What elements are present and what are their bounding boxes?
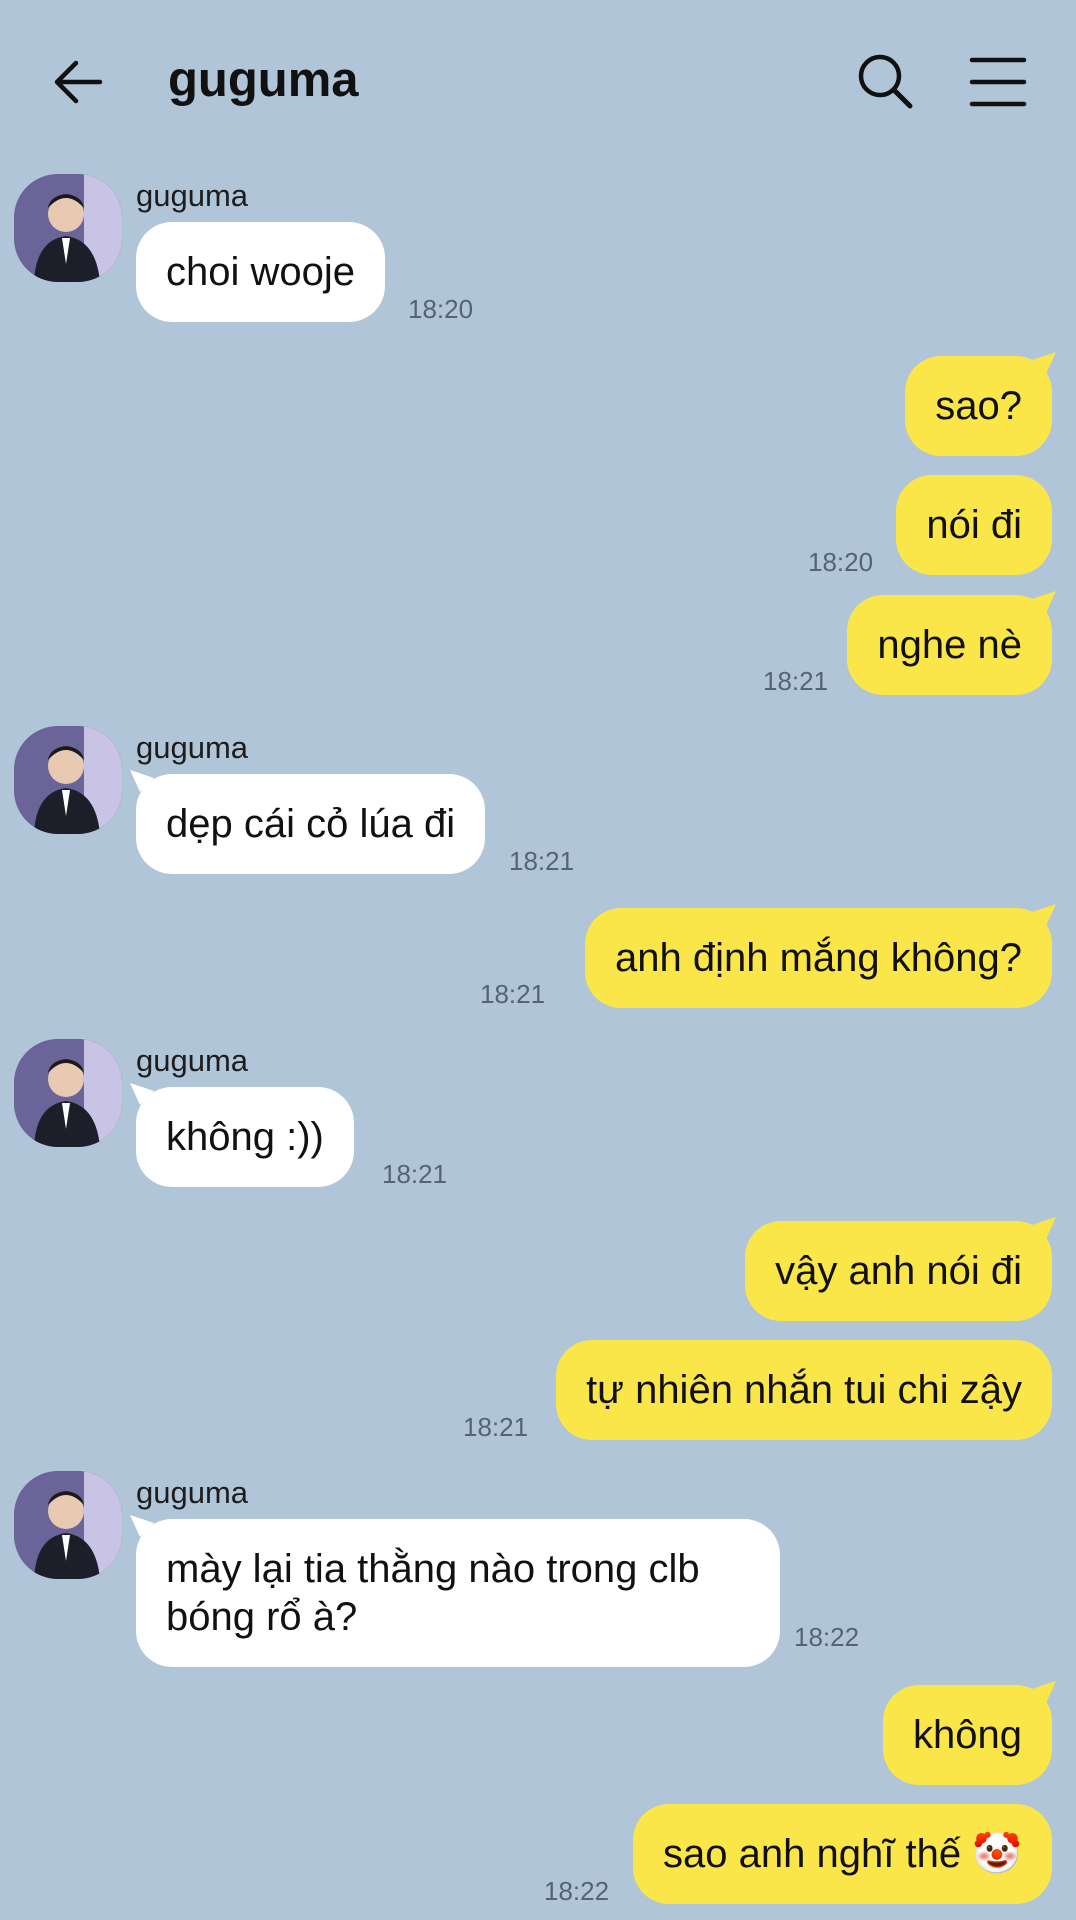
message-bubble-outgoing[interactable]: tự nhiên nhắn tui chi zậy (556, 1340, 1052, 1440)
avatar[interactable] (14, 1039, 122, 1147)
message-bubble-incoming[interactable]: choi wooje (136, 222, 386, 322)
message-bubble-outgoing[interactable]: sao? (905, 356, 1052, 456)
message-text: không (913, 1713, 1022, 1757)
message-time: 18:21 (382, 1159, 448, 1189)
message-bubble-outgoing[interactable]: nói đi (896, 475, 1052, 575)
avatar[interactable] (14, 1471, 122, 1579)
message-text: anh định mắng không? (615, 936, 1022, 980)
bubble-tail (1032, 352, 1056, 374)
message-text: nói đi (926, 503, 1022, 547)
bubble-tail (1032, 1217, 1056, 1239)
bubble-tail (130, 1083, 154, 1105)
message-time: 18:22 (794, 1622, 860, 1652)
message-text: dẹp cái cỏ lúa đi (166, 802, 456, 846)
message-time: 18:20 (408, 294, 474, 324)
message-bubble-outgoing[interactable]: vậy anh nói đi (745, 1221, 1052, 1321)
bubble-tail (1032, 591, 1056, 613)
chat-title: guguma (168, 53, 359, 107)
search-icon (858, 54, 913, 109)
sender-name: guguma (136, 178, 249, 213)
sender-name: guguma (136, 730, 249, 765)
profile-photo-icon (14, 726, 122, 834)
message-bubble-outgoing[interactable]: không (883, 1685, 1052, 1785)
profile-photo-icon (14, 174, 122, 282)
message-bubble-incoming[interactable]: mày lại tia thằng nào trong clb bóng rổ … (136, 1519, 780, 1667)
avatar[interactable] (14, 726, 122, 834)
message-time: 18:21 (509, 846, 575, 876)
message-text: sao? (935, 384, 1022, 428)
message-bubble-incoming[interactable]: không :)) (136, 1087, 354, 1187)
bubble-tail (1032, 904, 1056, 926)
sender-name: guguma (136, 1043, 249, 1078)
message-text: nghe nè (877, 623, 1022, 667)
bubble-tail (130, 770, 154, 792)
message-time: 18:21 (463, 1412, 529, 1442)
message-text: không :)) (166, 1115, 324, 1159)
message-bubble-incoming[interactable]: dẹp cái cỏ lúa đi (136, 774, 486, 874)
message-text: vậy anh nói đi (775, 1249, 1022, 1293)
message-time: 18:20 (808, 547, 874, 577)
message-bubble-outgoing[interactable]: nghe nè (847, 595, 1052, 695)
message-text: choi wooje (166, 250, 356, 294)
bubble-tail (1032, 1681, 1056, 1703)
arrow-left-icon (54, 60, 103, 104)
message-bubble-outgoing[interactable]: anh định mắng không? (585, 908, 1052, 1008)
message-time: 18:21 (480, 979, 546, 1009)
message-text: sao anh nghĩ thế 🤡 (663, 1832, 1022, 1876)
sender-name: guguma (136, 1475, 249, 1510)
profile-photo-icon (14, 1039, 122, 1147)
avatar[interactable] (14, 174, 122, 282)
message-time: 18:22 (544, 1876, 610, 1906)
profile-photo-icon (14, 1471, 122, 1579)
message-time: 18:21 (763, 666, 829, 696)
chat-header: guguma (0, 0, 1076, 165)
hamburger-menu-icon (969, 57, 1027, 107)
message-bubble-outgoing[interactable]: sao anh nghĩ thế 🤡 (633, 1804, 1052, 1904)
message-text: tự nhiên nhắn tui chi zậy (586, 1368, 1022, 1412)
bubble-tail (130, 1515, 154, 1537)
search-button[interactable] (854, 50, 918, 114)
back-button[interactable] (48, 52, 108, 112)
menu-button[interactable] (968, 54, 1028, 110)
message-text: mày lại tia thằng nào trong clb bóng rổ … (166, 1547, 700, 1639)
